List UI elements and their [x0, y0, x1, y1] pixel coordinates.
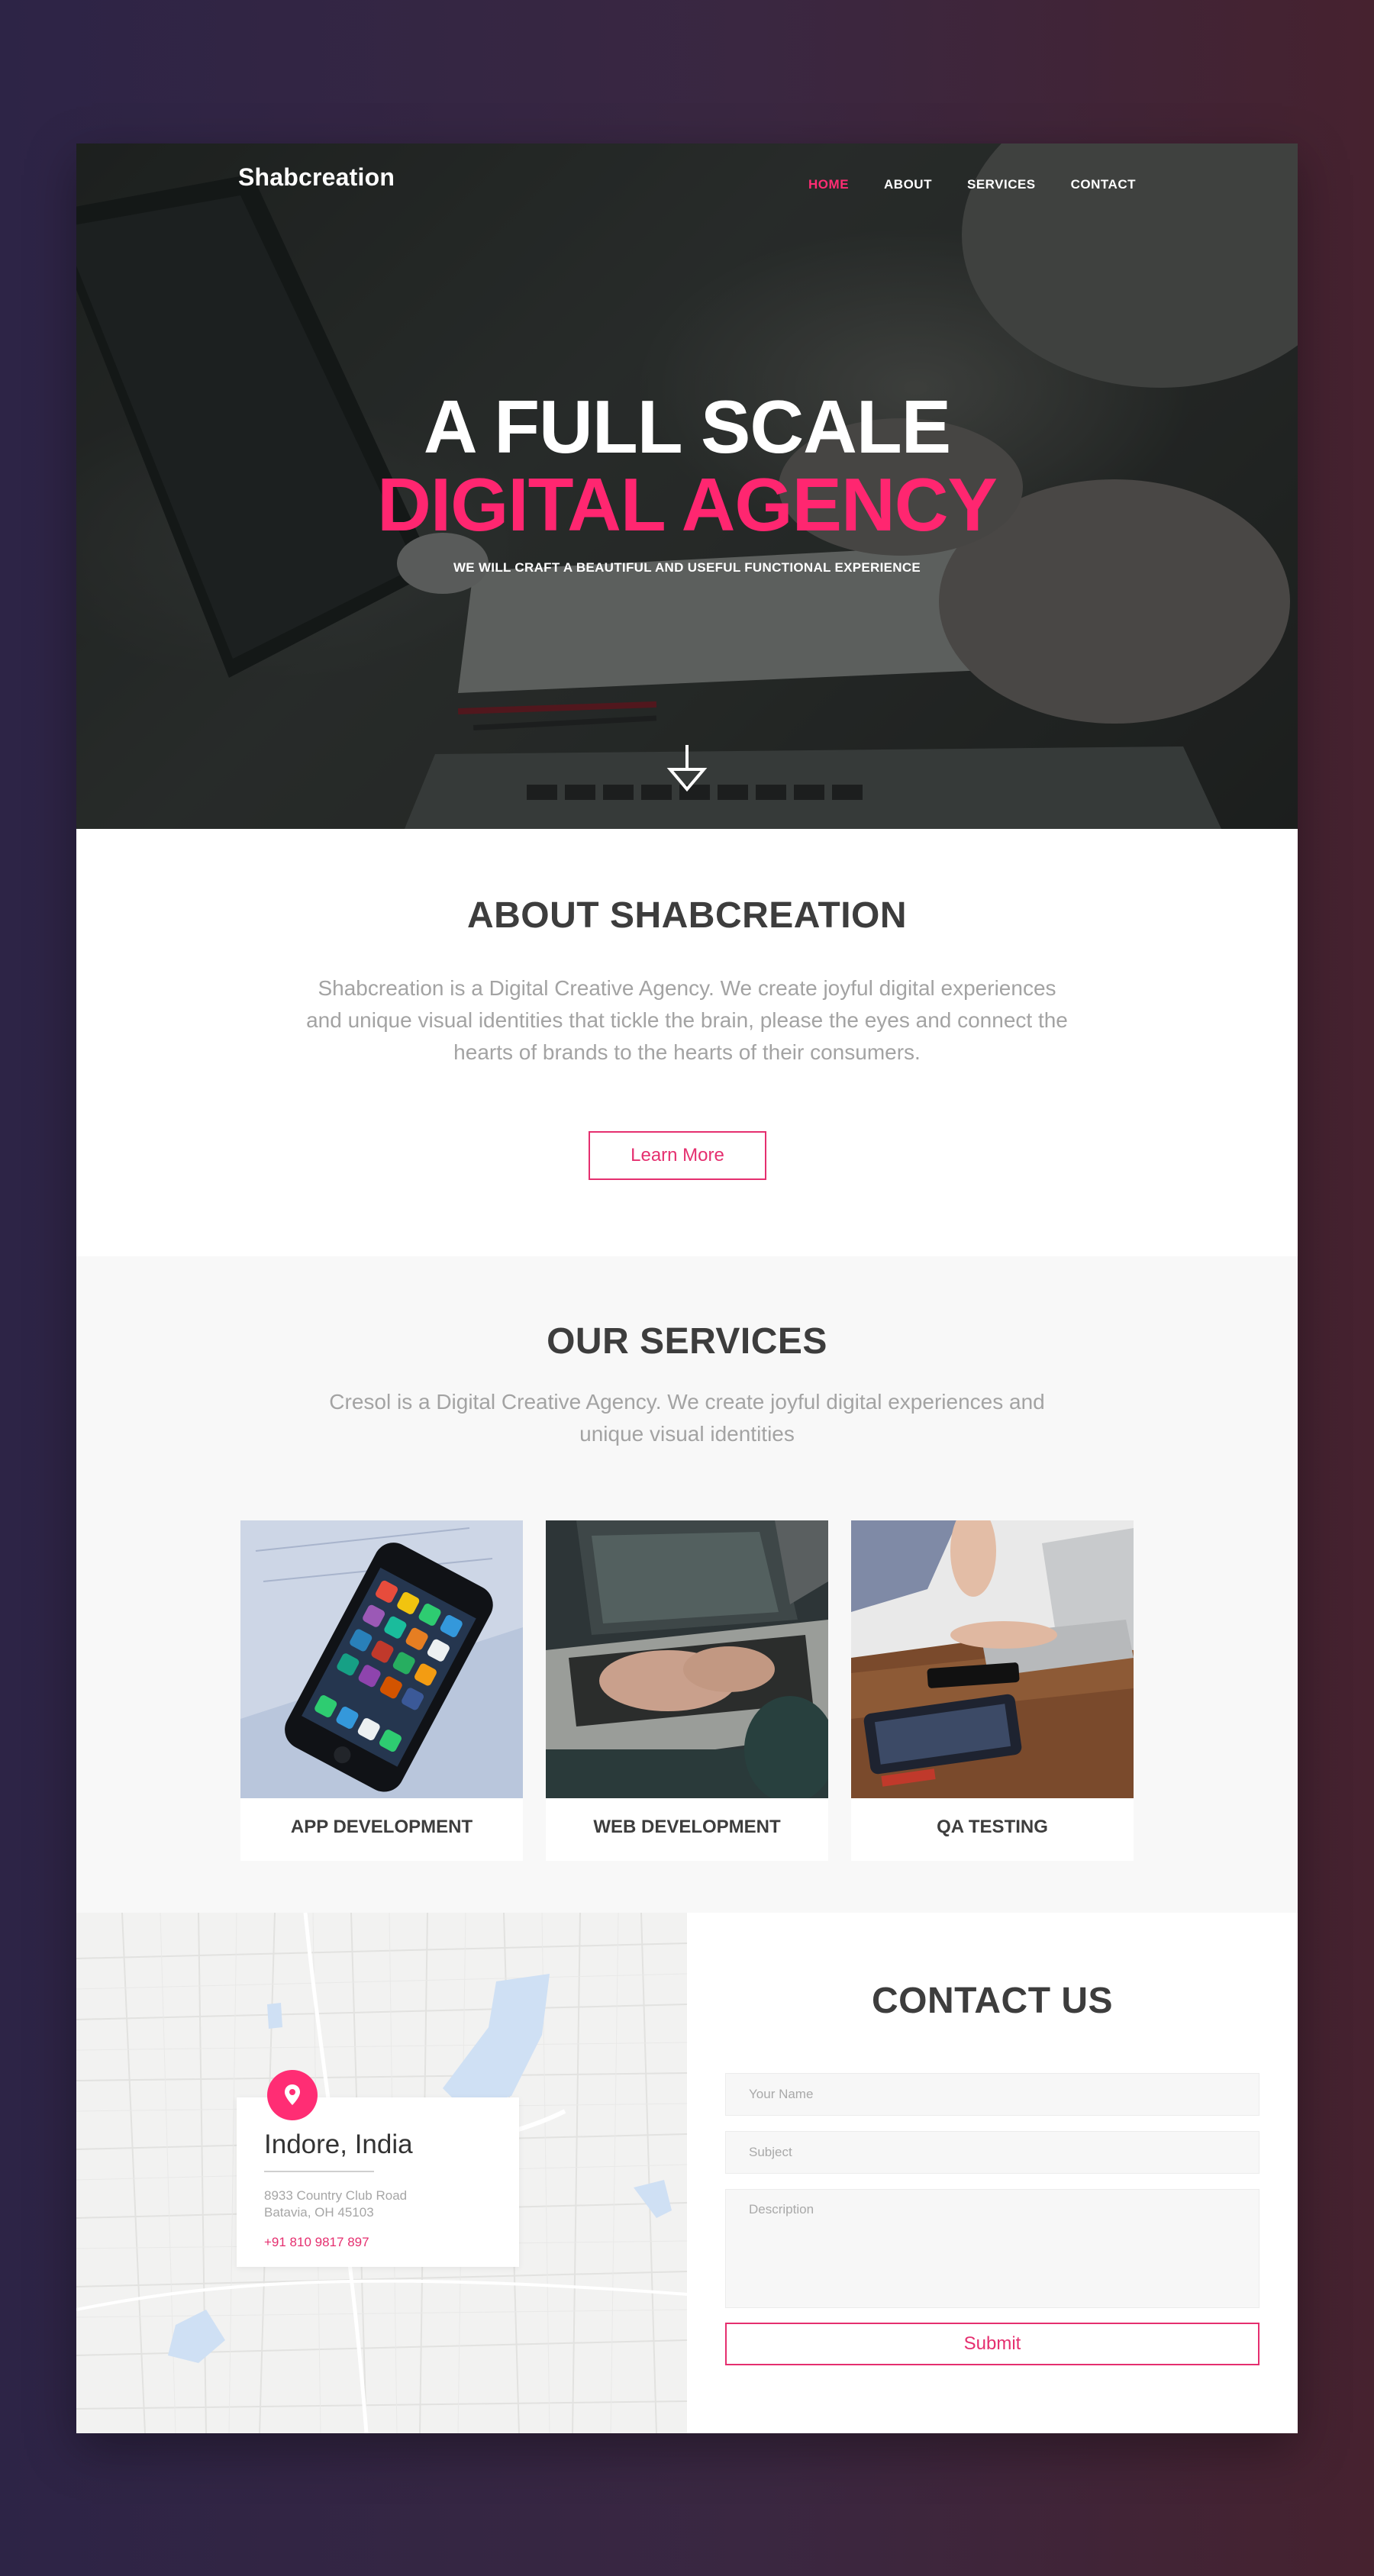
- hero-title-line1: A FULL SCALE: [423, 385, 951, 469]
- service-label: APP DEVELOPMENT: [290, 1817, 473, 1837]
- location-card: Indore, India 8933 Country Club Road Bat…: [237, 2097, 519, 2267]
- about-section: ABOUT SHABCREATION Shabcreation is a Dig…: [76, 829, 1298, 1256]
- about-text: Shabcreation is a Digital Creative Agenc…: [306, 976, 1068, 1064]
- map-pin-icon[interactable]: [267, 2070, 318, 2120]
- contact-section: Indore, India 8933 Country Club Road Bat…: [76, 1913, 1298, 2433]
- subject-input[interactable]: [725, 2131, 1260, 2174]
- services-section: OUR SERVICES Cresol is a Digital Creativ…: [76, 1256, 1298, 1913]
- location-city: Indore, India: [264, 2129, 413, 2159]
- nav-contact[interactable]: CONTACT: [1071, 177, 1136, 192]
- location-phone[interactable]: +91 810 9817 897: [264, 2235, 369, 2250]
- brand-logo[interactable]: Shabcreation: [238, 163, 395, 192]
- nav-services[interactable]: SERVICES: [967, 177, 1036, 192]
- desk-laptop-photo: [851, 1520, 1134, 1798]
- learn-more-button[interactable]: Learn More: [589, 1131, 766, 1180]
- hero-title-line2: DIGITAL AGENCY: [377, 463, 998, 546]
- contact-title: CONTACT US: [871, 1981, 1114, 2021]
- arrow-down-icon[interactable]: [666, 743, 708, 792]
- main-nav: HOME ABOUT SERVICES CONTACT: [808, 177, 1136, 192]
- location-address: 8933 Country Club Road Batavia, OH 45103: [264, 2188, 407, 2221]
- smartphone-photo: [240, 1520, 523, 1798]
- address-line2: Batavia, OH 45103: [264, 2205, 374, 2220]
- nav-about[interactable]: ABOUT: [884, 177, 932, 192]
- about-title: ABOUT SHABCREATION: [466, 895, 908, 936]
- services-title: OUR SERVICES: [547, 1321, 827, 1362]
- service-label: WEB DEVELOPMENT: [593, 1817, 781, 1837]
- service-label: QA TESTING: [937, 1817, 1048, 1837]
- hero-section: Shabcreation HOME ABOUT SERVICES CONTACT…: [76, 143, 1298, 829]
- description-textarea[interactable]: [725, 2189, 1260, 2308]
- nav-home[interactable]: HOME: [808, 177, 849, 192]
- divider: [264, 2171, 374, 2172]
- services-text: Cresol is a Digital Creative Agency. We …: [329, 1390, 1045, 1446]
- address-line1: 8933 Country Club Road: [264, 2188, 408, 2203]
- page: Shabcreation HOME ABOUT SERVICES CONTACT…: [76, 143, 1298, 2433]
- location-map[interactable]: Indore, India 8933 Country Club Road Bat…: [76, 1913, 687, 2433]
- service-card-qa-testing[interactable]: QA TESTING: [851, 1520, 1134, 1861]
- submit-button[interactable]: Submit: [725, 2323, 1260, 2365]
- name-input[interactable]: [725, 2073, 1260, 2116]
- service-card-app-development[interactable]: APP DEVELOPMENT: [240, 1520, 523, 1861]
- service-card-web-development[interactable]: WEB DEVELOPMENT: [546, 1520, 828, 1861]
- laptop-typing-photo: [546, 1520, 828, 1798]
- hero-subtitle: WE WILL CRAFT A BEAUTIFUL AND USEFUL FUN…: [453, 560, 921, 575]
